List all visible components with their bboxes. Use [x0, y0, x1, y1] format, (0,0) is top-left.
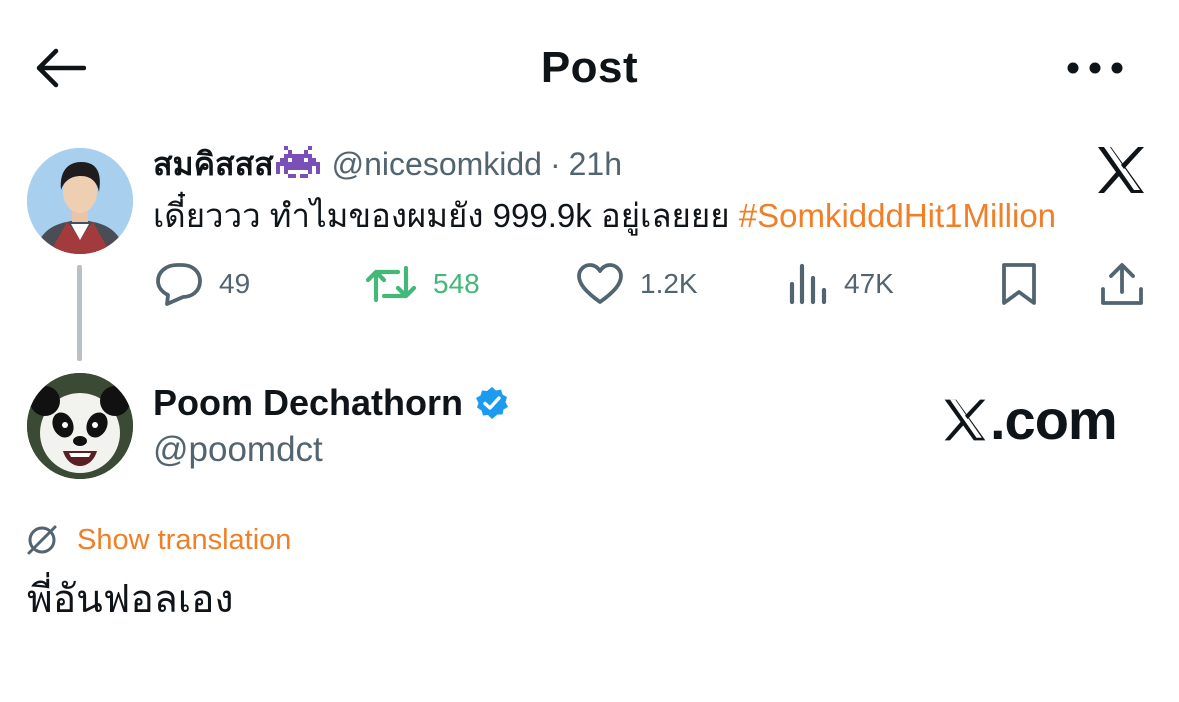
- repost-count: 548: [433, 268, 480, 299]
- show-translation-label: Show translation: [77, 523, 292, 556]
- bookmark-icon: [1002, 263, 1036, 305]
- quoted-post-text: เดี๋ยววว ทำไมของผมยัง 999.9k อยู่เลยยย #…: [153, 193, 1056, 239]
- views-button[interactable]: 47K: [788, 254, 894, 314]
- post-body-text: พี่อันฟอลเอง: [27, 578, 234, 621]
- x-com-watermark: .com: [940, 388, 1118, 452]
- heart-icon: [577, 263, 623, 304]
- like-count: 1.2K: [640, 268, 698, 299]
- reply-icon: [156, 263, 202, 306]
- quoted-post-time[interactable]: 21h: [569, 146, 622, 183]
- share-icon: [1101, 263, 1143, 305]
- author-name[interactable]: Poom Dechathorn: [153, 380, 463, 426]
- quoted-author-avatar[interactable]: [27, 148, 133, 254]
- bookmark-button[interactable]: [999, 254, 1039, 314]
- views-chart-icon: [789, 263, 827, 305]
- top-bar: Post: [0, 0, 1179, 130]
- translate-globe-icon: [27, 525, 57, 555]
- post-actions-bar: 49 548 1.2K 47K: [155, 254, 1155, 314]
- author-name-row: Poom Dechathorn: [153, 380, 509, 426]
- x-logo-icon: [1098, 147, 1144, 193]
- quoted-post-body: เดี๋ยววว ทำไมของผมยัง 999.9k อยู่เลยยย: [153, 197, 730, 234]
- quoted-author-handle[interactable]: @nicesomkidd: [332, 146, 542, 183]
- watermark-text: .com: [990, 388, 1118, 451]
- alien-monster-emoji: [275, 146, 320, 182]
- more-horizontal-icon: [1067, 62, 1123, 74]
- repost-button[interactable]: 548: [365, 254, 480, 314]
- share-button[interactable]: [1099, 254, 1145, 314]
- reply-button[interactable]: 49: [155, 254, 250, 314]
- reply-count: 49: [219, 268, 251, 299]
- quoted-post-header: สมคิสสส @nicesomkidd · 21h: [153, 142, 622, 186]
- more-options-button[interactable]: [1060, 46, 1130, 90]
- views-count: 47K: [844, 268, 894, 299]
- page-title: Post: [540, 43, 639, 92]
- x-logo-icon: [944, 399, 986, 441]
- repost-icon: [365, 265, 417, 303]
- hashtag-link[interactable]: #SomkidddHit1Million: [739, 197, 1056, 234]
- thread-connector-line: [77, 265, 82, 361]
- quoted-author-name[interactable]: สมคิสสส: [153, 139, 274, 190]
- show-translation-button[interactable]: Show translation: [25, 518, 291, 562]
- author-avatar[interactable]: [27, 373, 133, 479]
- author-handle[interactable]: @poomdct: [153, 428, 323, 472]
- like-button[interactable]: 1.2K: [576, 254, 698, 314]
- separator-dot: ·: [549, 145, 561, 182]
- verified-badge-icon: [476, 387, 509, 419]
